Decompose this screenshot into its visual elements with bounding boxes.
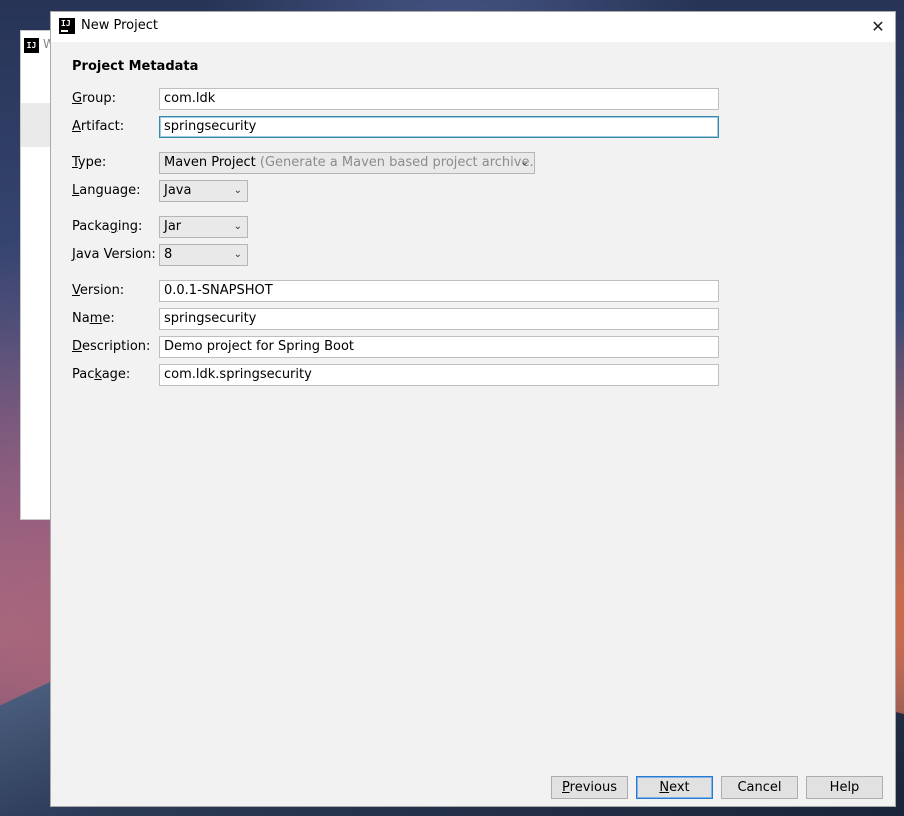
- cancel-button[interactable]: Cancel: [721, 776, 798, 799]
- type-value: Maven Project: [164, 155, 256, 170]
- name-input[interactable]: springsecurity: [159, 308, 719, 330]
- section-title: Project Metadata: [72, 59, 199, 74]
- artifact-label: Artifact:: [72, 119, 125, 134]
- description-label: Description:: [72, 339, 151, 354]
- chevron-down-icon: ⌄: [520, 157, 529, 168]
- java-version-label: Java Version:: [72, 247, 156, 262]
- type-label: Type:: [72, 155, 107, 170]
- intellij-logo-icon: IJ: [24, 38, 39, 53]
- group-label: Group:: [72, 91, 116, 106]
- package-label: Package:: [72, 367, 131, 382]
- artifact-input[interactable]: springsecurity: [159, 116, 719, 138]
- background-window[interactable]: IJ W: [20, 30, 55, 520]
- language-value: Java: [164, 183, 192, 198]
- background-window-selection: [21, 103, 53, 147]
- previous-button[interactable]: Previous: [551, 776, 628, 799]
- java-version-value: 8: [164, 247, 173, 262]
- type-select[interactable]: Maven Project (Generate a Maven based pr…: [159, 152, 535, 174]
- packaging-label: Packaging:: [72, 219, 143, 234]
- chevron-down-icon: ⌄: [233, 185, 242, 196]
- dialog-title: New Project: [81, 18, 158, 33]
- description-input[interactable]: Demo project for Spring Boot: [159, 336, 719, 358]
- next-button[interactable]: Next: [636, 776, 713, 799]
- packaging-value: Jar: [164, 219, 182, 234]
- package-input[interactable]: com.ldk.springsecurity: [159, 364, 719, 386]
- group-input[interactable]: com.ldk: [159, 88, 719, 110]
- version-label: Version:: [72, 283, 125, 298]
- name-label: Name:: [72, 311, 115, 326]
- chevron-down-icon: ⌄: [233, 249, 242, 260]
- type-hint: (Generate a Maven based project archive.…: [259, 155, 535, 170]
- help-button[interactable]: Help: [806, 776, 883, 799]
- version-input[interactable]: 0.0.1-SNAPSHOT: [159, 280, 719, 302]
- title-bar[interactable]: IJ New Project ✕: [51, 12, 895, 42]
- new-project-dialog: IJ New Project ✕ Project Metadata Group:…: [50, 11, 896, 807]
- intellij-logo-icon: IJ: [59, 18, 75, 34]
- java-version-select[interactable]: 8 ⌄: [159, 244, 248, 266]
- language-label: Language:: [72, 183, 141, 198]
- close-icon[interactable]: ✕: [865, 14, 891, 40]
- packaging-select[interactable]: Jar ⌄: [159, 216, 248, 238]
- language-select[interactable]: Java ⌄: [159, 180, 248, 202]
- chevron-down-icon: ⌄: [233, 221, 242, 232]
